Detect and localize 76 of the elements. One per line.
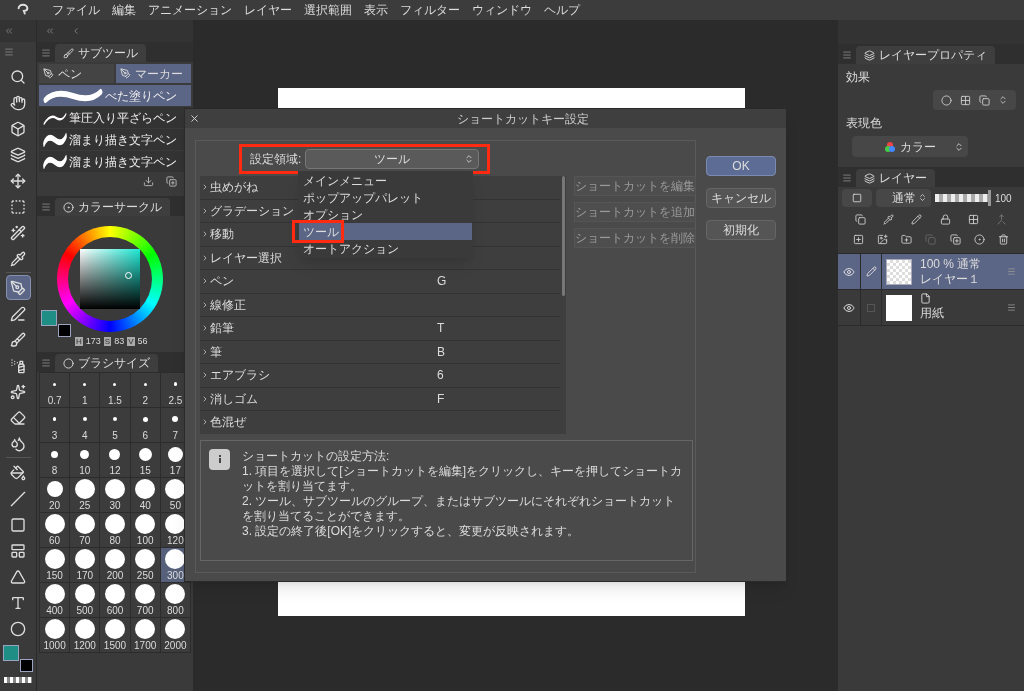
- size-label: 30: [109, 500, 121, 511]
- shortcut-key: G: [437, 274, 447, 289]
- row-label: エアブラシ: [210, 367, 270, 385]
- size-label: 15: [139, 465, 151, 476]
- shortcut-key: T: [437, 321, 445, 336]
- info-text: 3. 設定の終了後[OK]をクリックすると、変更が反映されます。: [242, 523, 581, 539]
- info-text: 2. ツール、サブツールのグループ、またはサブツールにそれぞれショートカットを割り当てることができます。: [242, 493, 677, 524]
- size-label: 250: [136, 570, 154, 581]
- section-label: 表現色: [846, 115, 883, 132]
- field-label: 設定領域:: [250, 150, 302, 168]
- info-title: ショートカットの設定方法:: [242, 448, 391, 464]
- size-label: 1: [82, 395, 88, 406]
- size-label: 300: [167, 570, 184, 581]
- dialog-title: ショートカットキー設定: [457, 110, 589, 128]
- size-label: 200: [106, 570, 124, 581]
- size-label: 150: [46, 570, 63, 581]
- size-label: 7: [172, 430, 179, 441]
- size-label: 400: [46, 605, 63, 616]
- size-label: 1500: [103, 640, 127, 651]
- size-label: 2: [142, 395, 148, 406]
- layer-name: 用紙: [920, 305, 944, 322]
- size-label: 8: [51, 465, 58, 476]
- size-label: 50: [169, 500, 181, 511]
- size-label: 60: [49, 535, 61, 546]
- channel-value: 173: [85, 335, 101, 348]
- size-label: 600: [106, 605, 124, 616]
- channel-label: H: [75, 337, 83, 347]
- size-label: 170: [76, 570, 94, 581]
- row-label: 線修正: [210, 296, 246, 314]
- row-label: グラデーション: [210, 202, 294, 220]
- row-label: 筆: [210, 343, 222, 361]
- size-label: 20: [49, 500, 61, 511]
- size-label: 5: [112, 430, 118, 441]
- layer-name: レイヤー１: [920, 271, 981, 287]
- shortcut-key: F: [437, 391, 445, 406]
- size-label: 1000: [43, 640, 66, 651]
- size-label: 3: [51, 430, 58, 441]
- channel-value: 56: [137, 335, 148, 348]
- channel-value: 83: [114, 335, 125, 348]
- size-label: 120: [167, 535, 184, 546]
- row-label: レイヤー選択: [210, 249, 282, 267]
- size-label: 80: [109, 535, 121, 546]
- row-label: 移動: [210, 226, 234, 244]
- size-label: 700: [136, 605, 154, 616]
- channel-label: V: [127, 337, 135, 347]
- size-label: 25: [79, 500, 91, 511]
- size-label: 100: [136, 535, 154, 546]
- brush-name: 溜まり描き文字ペン: [67, 152, 179, 171]
- opacity-value: 100: [995, 191, 1012, 206]
- size-label: 1700: [134, 640, 157, 651]
- layer-info: 100 % 通常: [920, 256, 982, 272]
- row-label: 虫めがね: [210, 179, 258, 197]
- size-label: 6: [142, 430, 148, 441]
- size-label: 12: [109, 465, 121, 476]
- size-label: 800: [167, 605, 184, 616]
- shortcut-key: B: [437, 344, 445, 359]
- shortcut-key: 6: [437, 368, 444, 383]
- size-label: 0.7: [47, 395, 62, 406]
- size-label: 10: [79, 465, 91, 476]
- row-label: 鉛筆: [210, 320, 234, 338]
- size-label: 4: [82, 430, 88, 441]
- size-label: 17: [169, 465, 181, 476]
- section-label: 効果: [846, 69, 871, 86]
- row-label: 色混ぜ: [210, 414, 246, 432]
- size-label: 2000: [164, 640, 187, 651]
- info-text: 1. 項目を選択して[ショートカットを編集]をクリックし、キーを押してショートカットを割り当てます。: [242, 463, 682, 494]
- size-label: 1.5: [108, 395, 122, 406]
- row-label: ペン: [210, 273, 234, 291]
- size-label: 40: [139, 500, 151, 511]
- size-label: 70: [79, 535, 91, 546]
- size-label: 1200: [73, 640, 96, 651]
- size-label: 500: [76, 605, 94, 616]
- size-label: 2.5: [168, 395, 183, 406]
- brush-name: 溜まり描き文字ペン: [67, 130, 179, 149]
- row-label: 消しゴム: [210, 390, 258, 408]
- channel-label: S: [103, 337, 112, 347]
